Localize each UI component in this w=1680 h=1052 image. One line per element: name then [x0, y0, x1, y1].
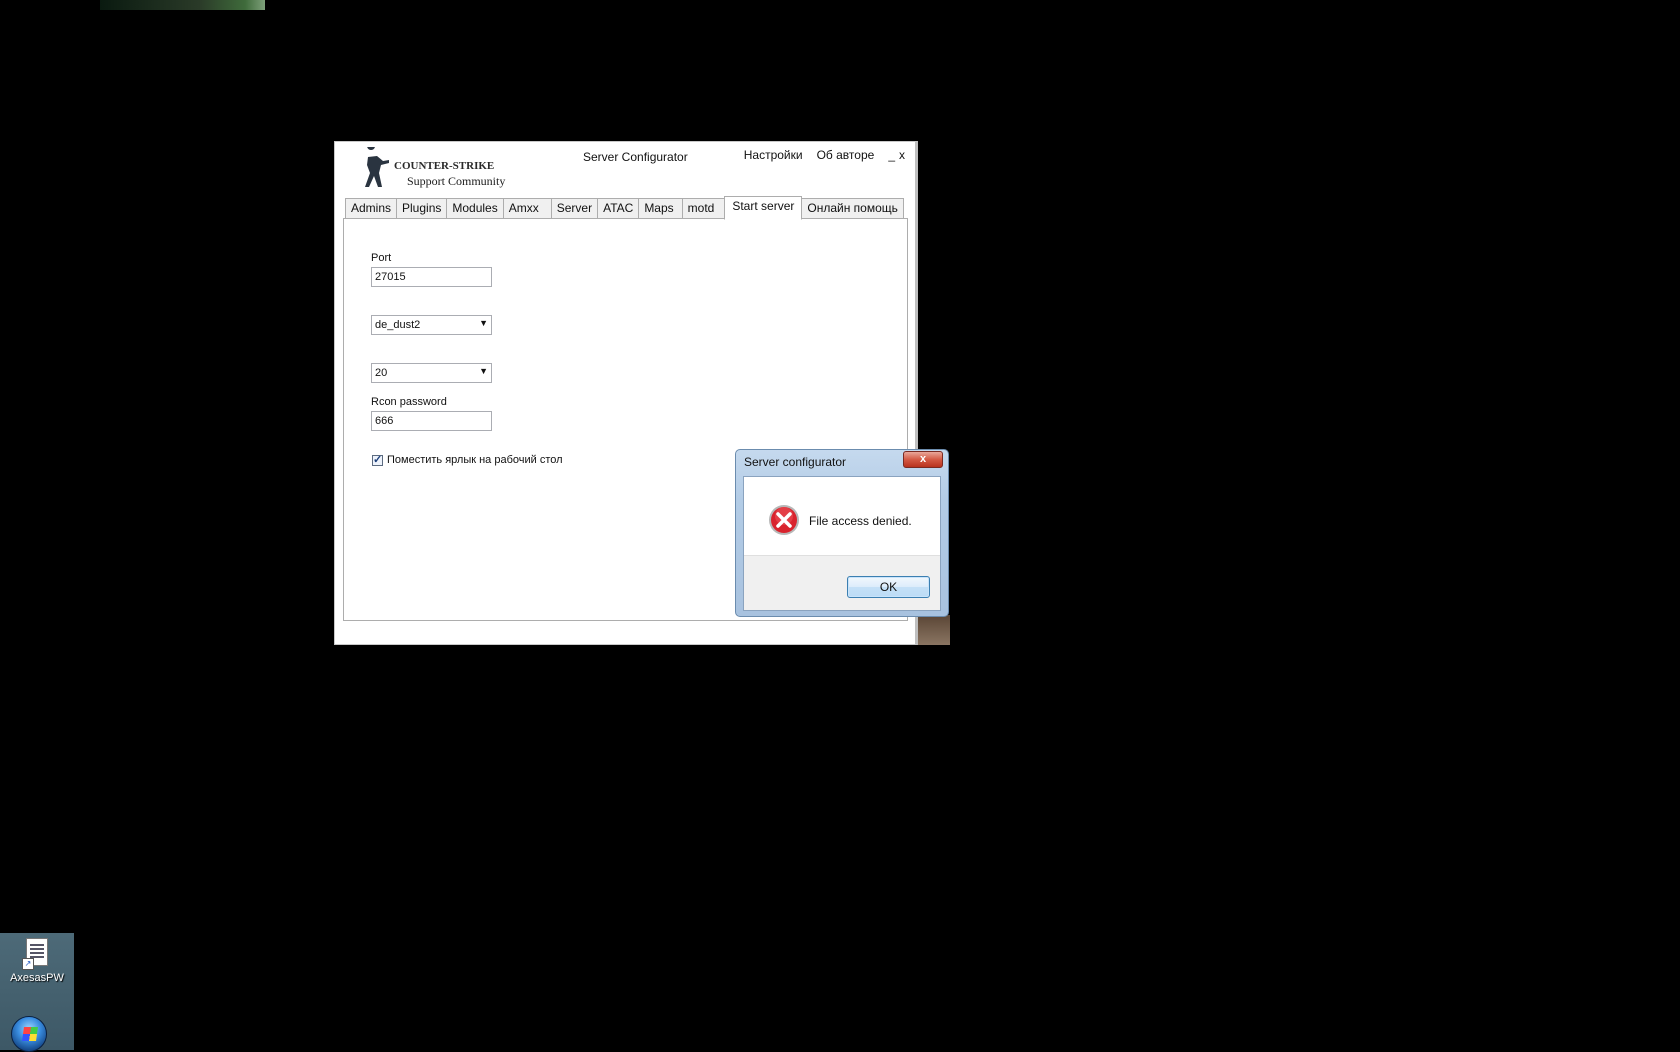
desktop: COUNTER-STRIKE Support Community Server … — [0, 0, 1680, 1052]
dialog-body: File access denied. OK — [743, 476, 941, 611]
minimize-button[interactable]: _ — [888, 148, 895, 162]
desktop-shortcut-option: ✓ Поместить ярлык на рабочий стол — [372, 454, 563, 466]
close-button[interactable]: x — [899, 148, 905, 162]
header-menu: Настройки Об авторе _ x — [744, 148, 905, 162]
max-players-select[interactable]: 20 ▼ — [371, 363, 492, 383]
about-menu-item[interactable]: Об авторе — [817, 148, 875, 162]
logo-title: COUNTER-STRIKE — [394, 160, 495, 172]
tab-plugins[interactable]: Plugins — [396, 198, 448, 219]
error-icon — [769, 505, 799, 535]
tab-start-server[interactable]: Start server — [724, 196, 803, 220]
checkmark-icon: ✓ — [373, 453, 383, 466]
tab-admins[interactable]: Admins — [345, 198, 398, 219]
dialog-footer: OK — [744, 555, 940, 610]
counter-strike-logo: COUNTER-STRIKE Support Community — [357, 147, 505, 191]
dialog-message: File access denied. — [809, 514, 912, 528]
max-players-value: 20 — [375, 367, 388, 379]
chevron-down-icon: ▼ — [479, 318, 488, 328]
map-select[interactable]: de_dust2 ▼ — [371, 315, 492, 335]
tab-bar: Admins Plugins Modules Amxx Server ATAC … — [345, 196, 904, 220]
start-button[interactable] — [11, 1016, 47, 1052]
desktop-shortcut-label: Поместить ярлык на рабочий стол — [387, 454, 563, 466]
settings-menu-item[interactable]: Настройки — [744, 148, 803, 162]
logo-subtitle: Support Community — [407, 174, 506, 188]
dialog-title: Server configurator — [744, 455, 847, 469]
ok-button[interactable]: OK — [847, 576, 930, 598]
tab-atac[interactable]: ATAC — [597, 198, 640, 219]
tab-motd[interactable]: motd — [681, 198, 726, 219]
tab-maps[interactable]: Maps — [638, 198, 683, 219]
desktop-shortcut-checkbox[interactable]: ✓ — [372, 453, 383, 466]
tab-server[interactable]: Server — [550, 198, 599, 219]
dialog-close-button[interactable]: x — [903, 451, 943, 468]
background-window-sliver — [918, 615, 950, 645]
tab-online-help[interactable]: Онлайн помощь — [801, 198, 904, 219]
map-select-value: de_dust2 — [375, 319, 421, 331]
shortcut-arrow-icon: ↗ — [22, 958, 34, 970]
chevron-down-icon: ▼ — [479, 366, 488, 376]
background-window-sliver — [100, 0, 265, 10]
desktop-shortcut-icon[interactable]: ↗ AxesasPW — [4, 936, 70, 1006]
port-label: Port — [371, 252, 392, 264]
tab-modules[interactable]: Modules — [446, 198, 504, 219]
port-input[interactable] — [371, 267, 492, 287]
desktop-icon-label: AxesasPW — [10, 972, 64, 984]
window-title: Server Configurator — [583, 150, 688, 164]
rcon-password-label: Rcon password — [371, 396, 447, 408]
soldier-icon — [365, 147, 389, 187]
rcon-password-input[interactable] — [371, 411, 492, 431]
error-dialog: Server configurator x File access denied… — [735, 449, 949, 617]
tab-amxx[interactable]: Amxx — [502, 198, 552, 219]
